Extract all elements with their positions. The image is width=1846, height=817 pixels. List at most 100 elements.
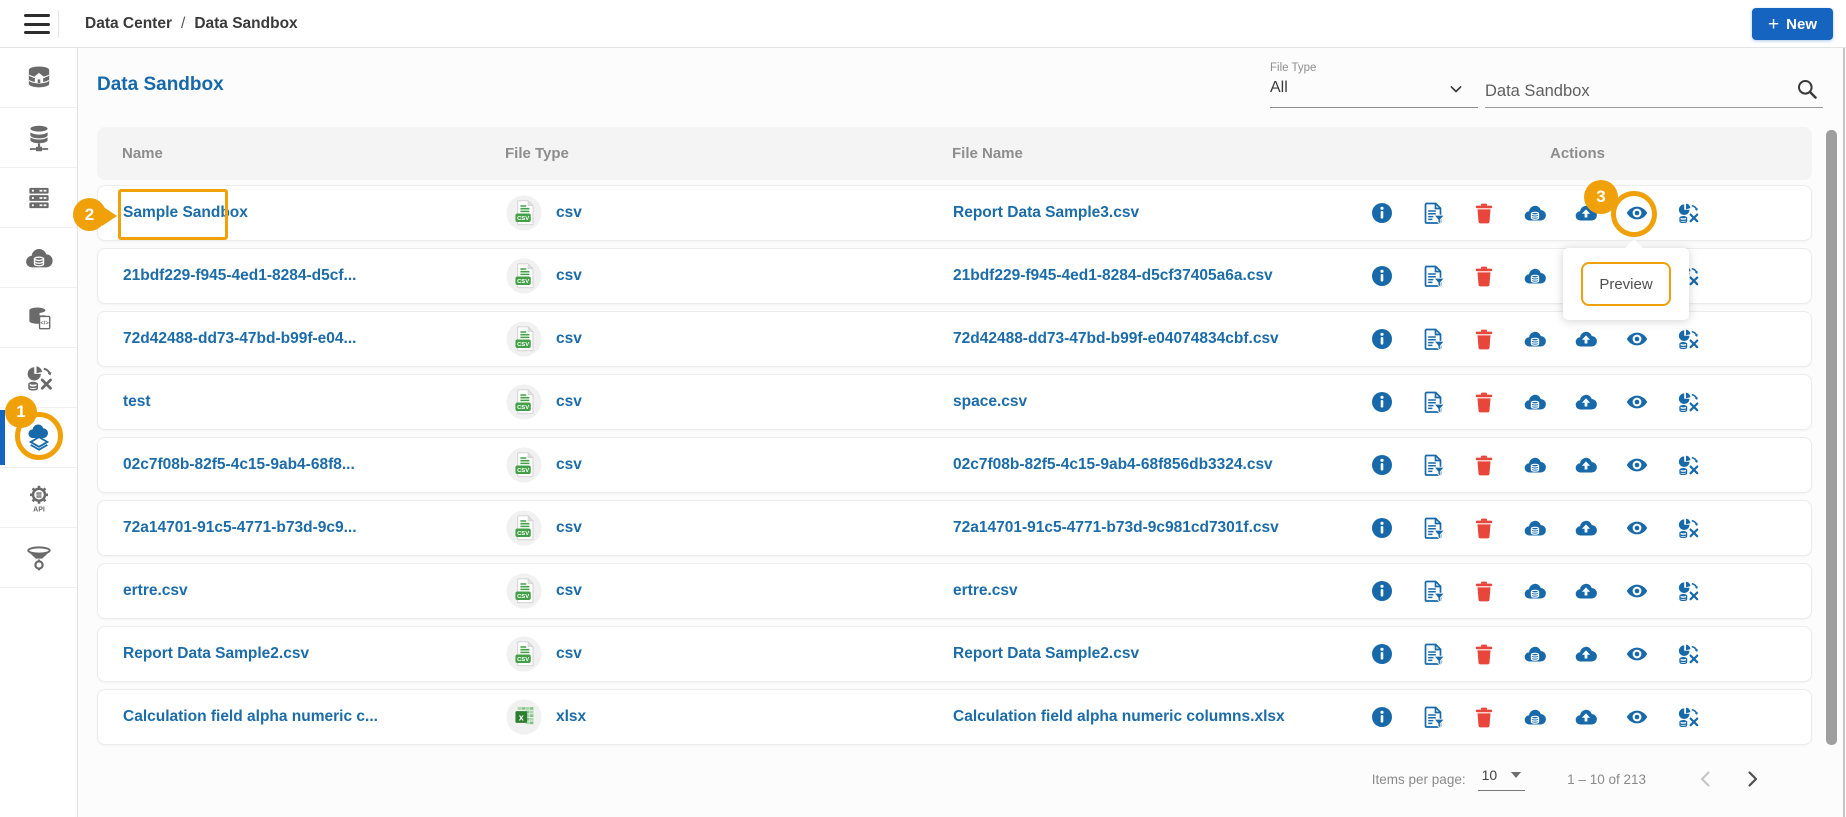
file-name-link[interactable]: Calculation field alpha numeric columns.… [953, 708, 1285, 725]
doc-filter-button[interactable] [1421, 327, 1445, 351]
file-name-link[interactable]: 72a14701-91c5-4771-b73d-9c981cd7301f.csv [953, 519, 1279, 536]
items-per-page-select[interactable]: 10 [1477, 767, 1526, 791]
cloud-data-button[interactable] [1523, 642, 1547, 666]
doc-filter-button[interactable] [1421, 579, 1445, 603]
transform-button[interactable] [1676, 516, 1700, 540]
delete-button[interactable] [1472, 201, 1496, 225]
doc-filter-button[interactable] [1421, 453, 1445, 477]
cloud-data-button[interactable] [1523, 579, 1547, 603]
preview-button[interactable] [1625, 579, 1649, 603]
doc-filter-button[interactable] [1421, 705, 1445, 729]
preview-button[interactable] [1625, 705, 1649, 729]
sidebar-item-cloud-code[interactable] [0, 288, 77, 348]
row-name-link[interactable]: 72a14701-91c5-4771-b73d-9c9... [123, 519, 357, 536]
row-name-link[interactable]: Report Data Sample2.csv [123, 645, 309, 662]
transform-button[interactable] [1676, 453, 1700, 477]
info-button[interactable] [1370, 579, 1394, 603]
cloud-data-button[interactable] [1523, 327, 1547, 351]
info-button[interactable] [1370, 264, 1394, 288]
preview-button[interactable] [1625, 390, 1649, 414]
sidebar-item-cloud-data[interactable] [0, 228, 77, 288]
cloud-data-button[interactable] [1523, 705, 1547, 729]
cloud-upload-button[interactable] [1574, 453, 1598, 477]
annotation-step-1-ring [15, 412, 63, 460]
vertical-scrollbar[interactable] [1826, 130, 1837, 745]
info-icon [1370, 264, 1394, 288]
previous-page-button[interactable] [1694, 767, 1718, 791]
cloud-data-button[interactable] [1523, 264, 1547, 288]
preview-button[interactable] [1625, 642, 1649, 666]
transform-button[interactable] [1676, 705, 1700, 729]
info-icon [1370, 201, 1394, 225]
next-page-button[interactable] [1740, 767, 1764, 791]
row-name-link[interactable]: ertre.csv [123, 582, 188, 599]
delete-button[interactable] [1472, 327, 1496, 351]
file-name-link[interactable]: 72d42488-dd73-47bd-b99f-e04074834cbf.csv [953, 330, 1279, 347]
delete-button[interactable] [1472, 642, 1496, 666]
row-name-link[interactable]: 72d42488-dd73-47bd-b99f-e04... [123, 330, 356, 347]
delete-button[interactable] [1472, 390, 1496, 414]
info-button[interactable] [1370, 390, 1394, 414]
file-name-link[interactable]: Report Data Sample2.csv [953, 645, 1139, 662]
row-name-link[interactable]: Calculation field alpha numeric c... [123, 708, 378, 725]
preview-button[interactable] [1625, 327, 1649, 351]
file-name-link[interactable]: 02c7f08b-82f5-4c15-9ab4-68f856db3324.csv [953, 456, 1273, 473]
doc-filter-button[interactable] [1421, 201, 1445, 225]
search-input[interactable] [1485, 82, 1775, 101]
file-name-link[interactable]: 21bdf229-f945-4ed1-8284-d5cf37405a6a.csv [953, 267, 1273, 284]
transform-button[interactable] [1676, 327, 1700, 351]
delete-button[interactable] [1472, 516, 1496, 540]
info-button[interactable] [1370, 705, 1394, 729]
delete-button[interactable] [1472, 453, 1496, 477]
delete-button[interactable] [1472, 264, 1496, 288]
cloud-data-button[interactable] [1523, 390, 1547, 414]
row-name-link[interactable]: 21bdf229-f945-4ed1-8284-d5cf... [123, 267, 356, 284]
cloud-upload-button[interactable] [1574, 579, 1598, 603]
cloud-data-button[interactable] [1523, 453, 1547, 477]
file-name-link[interactable]: space.csv [953, 393, 1027, 410]
sidebar-item-database-home[interactable] [0, 48, 77, 108]
doc-filter-icon [1421, 390, 1445, 414]
breadcrumb-data-center[interactable]: Data Center [85, 15, 172, 33]
cloud-data-button[interactable] [1523, 201, 1547, 225]
transform-icon [1676, 516, 1700, 540]
cloud-upload-button[interactable] [1574, 327, 1598, 351]
sidebar-item-database-network[interactable] [0, 108, 77, 168]
doc-filter-button[interactable] [1421, 516, 1445, 540]
info-button[interactable] [1370, 327, 1394, 351]
new-button[interactable]: + New [1752, 8, 1833, 40]
preview-button[interactable] [1625, 453, 1649, 477]
doc-filter-button[interactable] [1421, 642, 1445, 666]
cloud-upload-button[interactable] [1574, 642, 1598, 666]
cloud-upload-button[interactable] [1574, 516, 1598, 540]
cloud-upload-button[interactable] [1574, 390, 1598, 414]
info-button[interactable] [1370, 516, 1394, 540]
file-type-select[interactable]: File Type All [1270, 62, 1478, 108]
delete-button[interactable] [1472, 579, 1496, 603]
transform-button[interactable] [1676, 390, 1700, 414]
hamburger-menu-icon[interactable] [24, 14, 50, 34]
info-button[interactable] [1370, 453, 1394, 477]
transform-button[interactable] [1676, 579, 1700, 603]
transform-button[interactable] [1676, 201, 1700, 225]
sidebar-item-funnel-gear[interactable] [0, 528, 77, 588]
row-name-link[interactable]: 02c7f08b-82f5-4c15-9ab4-68f8... [123, 456, 355, 473]
plus-icon: + [1768, 13, 1780, 35]
doc-filter-button[interactable] [1421, 390, 1445, 414]
delete-button[interactable] [1472, 705, 1496, 729]
table-row: Calculation field alpha numeric c... xls… [97, 689, 1812, 745]
info-button[interactable] [1370, 201, 1394, 225]
breadcrumb: Data Center / Data Sandbox [85, 0, 298, 48]
doc-filter-button[interactable] [1421, 264, 1445, 288]
sidebar-item-api-gear[interactable] [0, 468, 77, 528]
search-icon[interactable] [1795, 77, 1819, 101]
info-button[interactable] [1370, 642, 1394, 666]
transform-button[interactable] [1676, 642, 1700, 666]
row-name-link[interactable]: test [123, 393, 151, 410]
file-name-link[interactable]: Report Data Sample3.csv [953, 204, 1139, 221]
cloud-data-button[interactable] [1523, 516, 1547, 540]
file-name-link[interactable]: ertre.csv [953, 582, 1018, 599]
cloud-upload-button[interactable] [1574, 705, 1598, 729]
preview-button[interactable] [1625, 516, 1649, 540]
sidebar-item-server-rack[interactable] [0, 168, 77, 228]
